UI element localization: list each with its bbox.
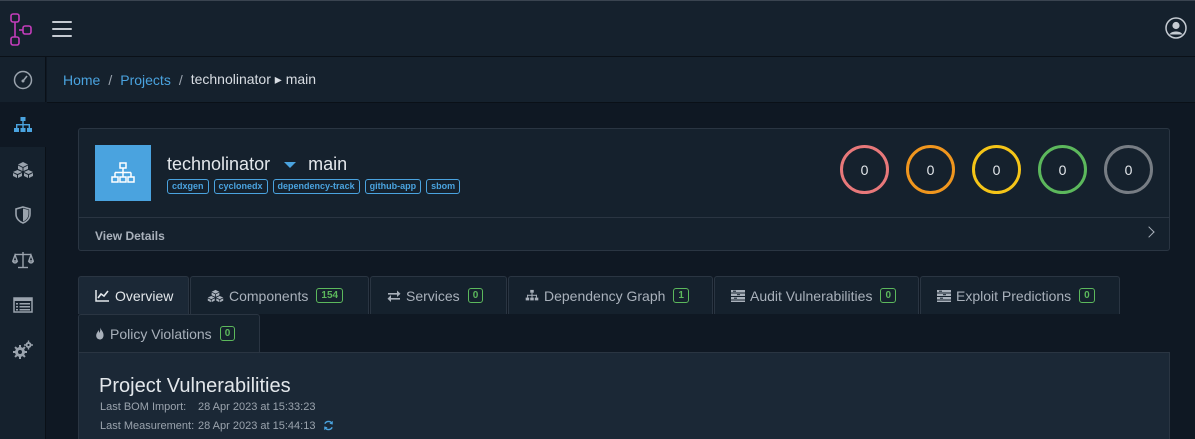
exchange-icon bbox=[387, 290, 401, 302]
severity-high-count: 0 bbox=[906, 145, 955, 194]
meta-value: 28 Apr 2023 at 15:44:13 bbox=[198, 420, 316, 432]
breadcrumb-separator: / bbox=[108, 71, 113, 88]
sidebar-item-licenses[interactable] bbox=[0, 237, 46, 282]
project-title: technolinator main bbox=[167, 154, 347, 175]
project-tag[interactable]: cyclonedx bbox=[213, 179, 268, 194]
tab-label: Dependency Graph bbox=[544, 287, 666, 304]
breadcrumb-current: technolinator ▸ main bbox=[190, 71, 317, 87]
project-header-card: technolinator main cdxgen cyclonedx depe… bbox=[78, 128, 1170, 251]
tab-count-badge: 0 bbox=[467, 288, 484, 303]
tab-label: Overview bbox=[115, 287, 174, 304]
tab-count-badge: 154 bbox=[316, 288, 344, 303]
chevron-right-icon bbox=[1143, 226, 1155, 238]
tab-components[interactable]: Components 154 bbox=[190, 276, 369, 314]
tab-dependency-graph[interactable]: Dependency Graph 1 bbox=[508, 276, 713, 314]
cubes-icon bbox=[13, 161, 33, 178]
sidebar-item-tags[interactable] bbox=[0, 282, 46, 327]
tab-label: Exploit Predictions bbox=[956, 287, 1072, 304]
sidebar-item-dashboard[interactable] bbox=[0, 57, 46, 102]
meta-label: Last Measurement: bbox=[100, 420, 195, 432]
meta-label: Last BOM Import: bbox=[100, 401, 187, 413]
view-details-label: View Details bbox=[95, 229, 165, 243]
shield-icon bbox=[15, 205, 31, 224]
breadcrumb-home-link[interactable]: Home bbox=[63, 72, 100, 88]
tab-label: Services bbox=[406, 287, 460, 304]
project-icon bbox=[95, 145, 151, 201]
tab-policy-violations[interactable]: Policy Violations 0 bbox=[78, 314, 260, 352]
view-details-button[interactable]: View Details bbox=[79, 217, 1169, 251]
speedometer-icon bbox=[13, 70, 33, 89]
tab-label: Audit Vulnerabilities bbox=[750, 287, 873, 304]
tab-audit-vulnerabilities[interactable]: Audit Vulnerabilities 0 bbox=[714, 276, 919, 314]
project-name: technolinator bbox=[167, 154, 271, 174]
breadcrumb-projects-link[interactable]: Projects bbox=[120, 72, 171, 88]
hamburger-icon[interactable] bbox=[52, 21, 72, 37]
version-dropdown-icon[interactable] bbox=[284, 161, 297, 168]
tab-overview[interactable]: Overview bbox=[78, 276, 189, 314]
project-version: main bbox=[308, 154, 348, 174]
gears-icon bbox=[13, 340, 33, 359]
sidebar bbox=[0, 57, 46, 439]
section-title: Project Vulnerabilities bbox=[99, 375, 291, 397]
user-circle-icon[interactable] bbox=[1165, 17, 1187, 39]
severity-unassigned-count: 0 bbox=[1104, 145, 1153, 194]
sitemap-icon bbox=[111, 162, 135, 183]
tasks-icon bbox=[731, 289, 745, 302]
sitemap-icon bbox=[14, 116, 32, 132]
severity-medium-count: 0 bbox=[972, 145, 1021, 194]
top-navbar bbox=[0, 0, 1195, 57]
tab-exploit-predictions[interactable]: Exploit Predictions 0 bbox=[920, 276, 1120, 314]
sidebar-item-projects[interactable] bbox=[0, 102, 46, 147]
project-tags: cdxgen cyclonedx dependency-track github… bbox=[167, 179, 461, 194]
cubes-icon bbox=[207, 289, 224, 302]
sidebar-item-components[interactable] bbox=[0, 147, 46, 192]
severity-critical-count: 0 bbox=[840, 145, 889, 194]
last-bom-import: Last BOM Import: 28 Apr 2023 at 15:33:23 bbox=[100, 401, 315, 413]
meta-value: 28 Apr 2023 at 15:33:23 bbox=[198, 401, 316, 413]
tab-services[interactable]: Services 0 bbox=[370, 276, 507, 314]
project-tag[interactable]: cdxgen bbox=[167, 179, 209, 194]
tab-count-badge: 1 bbox=[673, 288, 689, 303]
sitemap-icon bbox=[525, 289, 539, 301]
refresh-icon[interactable] bbox=[323, 420, 334, 432]
sidebar-item-administration[interactable] bbox=[0, 327, 46, 372]
tab-count-badge: 0 bbox=[1079, 288, 1095, 303]
line-chart-icon bbox=[95, 290, 109, 302]
balance-scale-icon bbox=[12, 251, 34, 268]
dependency-track-logo-icon[interactable] bbox=[10, 13, 34, 47]
sidebar-item-vulnerabilities[interactable] bbox=[0, 192, 46, 237]
breadcrumb-separator: / bbox=[178, 71, 183, 88]
fire-icon bbox=[96, 327, 104, 340]
breadcrumb: Home / Projects / technolinator ▸ main bbox=[47, 57, 1195, 103]
project-tag[interactable]: dependency-track bbox=[272, 179, 360, 194]
tab-label: Components bbox=[229, 287, 309, 304]
tab-count-badge: 0 bbox=[880, 288, 897, 303]
last-measurement: Last Measurement: 28 Apr 2023 at 15:44:1… bbox=[100, 420, 334, 432]
project-tag[interactable]: sbom bbox=[426, 179, 461, 194]
tab-label: Policy Violations bbox=[110, 325, 212, 342]
overview-panel: Project Vulnerabilities Last BOM Import:… bbox=[78, 352, 1170, 439]
tasks-icon bbox=[937, 289, 951, 302]
severity-counts: 0 0 0 0 0 bbox=[840, 145, 1153, 194]
severity-low-count: 0 bbox=[1038, 145, 1087, 194]
project-tag[interactable]: github-app bbox=[364, 179, 422, 194]
tab-count-badge: 0 bbox=[219, 326, 236, 341]
list-icon bbox=[13, 296, 33, 313]
